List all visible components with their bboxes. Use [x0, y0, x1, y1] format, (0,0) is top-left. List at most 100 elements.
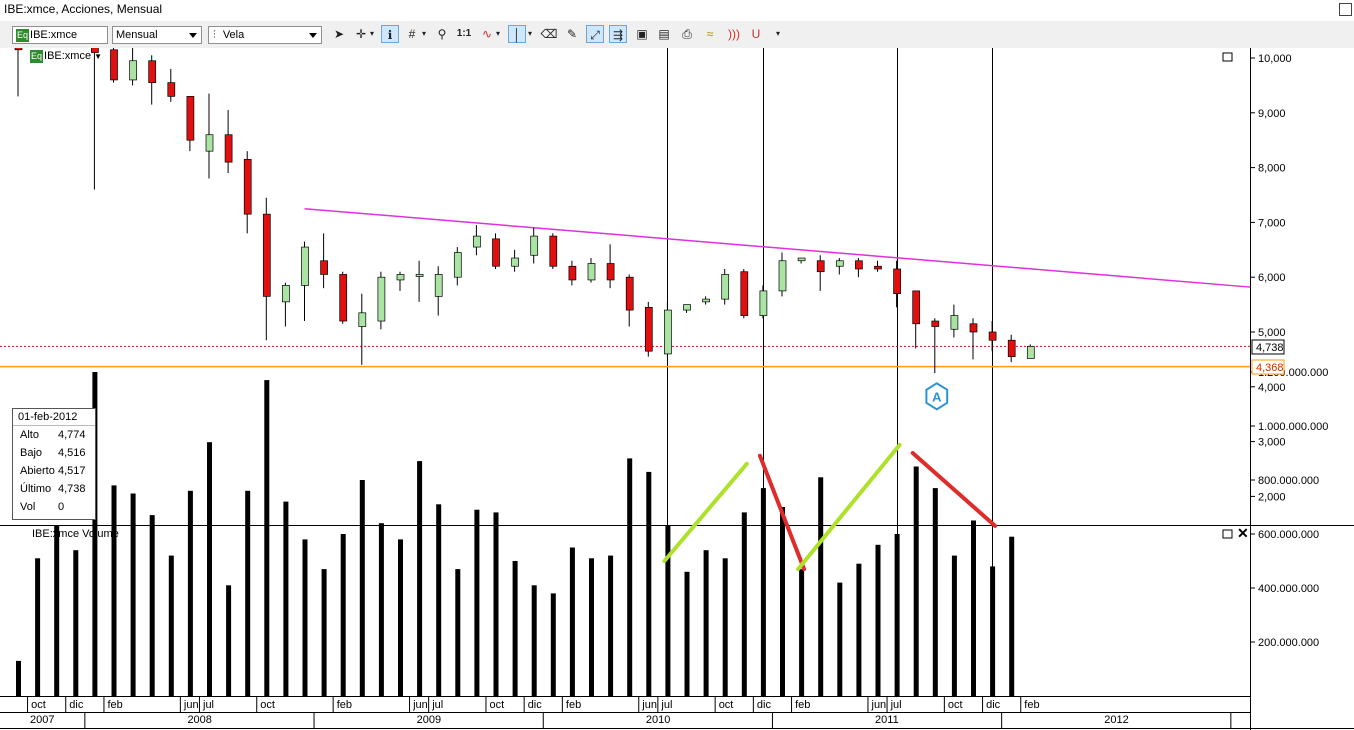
volume-bar[interactable] — [359, 480, 365, 696]
candle[interactable] — [186, 96, 195, 141]
candle[interactable] — [167, 82, 176, 97]
candle[interactable] — [549, 235, 558, 267]
candle[interactable] — [262, 213, 271, 297]
volume-bar[interactable] — [245, 490, 251, 696]
volume-bar[interactable] — [35, 558, 41, 696]
symbol-input[interactable]: Eq IBE:xmce — [12, 26, 108, 44]
candle[interactable] — [587, 263, 596, 281]
candle[interactable] — [606, 263, 615, 281]
volume-bar[interactable] — [168, 555, 174, 696]
chevron-down-icon[interactable]: ▾ — [526, 25, 534, 43]
volume-bar[interactable] — [54, 525, 60, 696]
volume-bar[interactable] — [760, 488, 766, 696]
candle[interactable] — [835, 260, 844, 267]
volume-bar[interactable] — [684, 571, 690, 696]
volume-bar[interactable] — [512, 561, 518, 696]
pointer-tool-icon[interactable]: ➤ — [330, 25, 348, 43]
marker-a[interactable]: A — [925, 382, 949, 411]
eraser-icon[interactable]: ⌫ — [540, 25, 558, 43]
volume-bar[interactable] — [321, 569, 327, 696]
chevron-down-icon[interactable]: ▾ — [368, 25, 376, 43]
volume-bar[interactable] — [73, 550, 79, 696]
volume-bar[interactable] — [569, 547, 575, 697]
volume-bar[interactable] — [932, 488, 938, 696]
volume-bar[interactable] — [455, 569, 461, 696]
expand-icon[interactable]: ⤢ — [586, 25, 604, 43]
candle[interactable] — [893, 268, 901, 294]
volume-bar[interactable] — [493, 512, 499, 696]
candle[interactable] — [205, 134, 214, 152]
price-panel-maximize-icon[interactable] — [1222, 52, 1233, 62]
more-icon[interactable]: ▾ — [772, 25, 784, 43]
volume-bar[interactable] — [149, 515, 155, 696]
chart-type-select[interactable]: ⫶ Vela — [208, 26, 322, 44]
candle[interactable] — [224, 134, 233, 163]
volume-bar[interactable] — [283, 501, 289, 696]
volume-bar[interactable] — [417, 461, 423, 696]
volume-bar[interactable] — [226, 585, 232, 696]
candle[interactable] — [282, 285, 290, 303]
candle[interactable] — [855, 260, 863, 270]
volume-bar[interactable] — [207, 442, 212, 696]
candle[interactable] — [931, 320, 940, 327]
candle[interactable] — [14, 48, 23, 51]
candle[interactable] — [148, 60, 157, 84]
volume-bar[interactable] — [111, 485, 117, 696]
volume-bar[interactable] — [264, 380, 270, 696]
candle[interactable] — [797, 257, 806, 262]
candle[interactable] — [339, 274, 348, 322]
volume-bar[interactable] — [913, 466, 919, 697]
candle[interactable] — [625, 276, 634, 311]
candle[interactable] — [320, 260, 328, 275]
volume-bar[interactable] — [16, 660, 21, 696]
volume-bar[interactable] — [531, 585, 537, 696]
chevron-down-icon[interactable]: ▾ — [494, 25, 502, 43]
candle[interactable] — [358, 312, 367, 327]
copy-window-icon[interactable]: ▤ — [655, 25, 673, 43]
volume-bar[interactable] — [550, 593, 556, 696]
candle[interactable] — [129, 60, 137, 81]
magnet-icon[interactable]: ⇶ — [609, 25, 627, 43]
volume-bar[interactable] — [780, 507, 785, 696]
window-maximize-button[interactable] — [1339, 3, 1352, 16]
candle[interactable] — [1026, 346, 1035, 359]
volume-bar[interactable] — [474, 509, 480, 696]
volume-bar[interactable] — [971, 520, 976, 697]
candle[interactable] — [664, 309, 672, 355]
volume-bar[interactable] — [875, 544, 881, 696]
zoom-reset-button[interactable]: 1:1 — [455, 25, 473, 43]
candle[interactable] — [874, 265, 882, 270]
paint-icon[interactable]: ✎ — [563, 25, 581, 43]
candle[interactable] — [492, 238, 500, 267]
volume-bar[interactable] — [990, 566, 996, 696]
volume-bar[interactable] — [665, 525, 671, 696]
info-tool-icon[interactable]: ℹ — [381, 25, 399, 43]
candle[interactable] — [644, 306, 653, 352]
candle[interactable] — [568, 265, 577, 281]
zoom-icon[interactable]: ⚲ — [433, 25, 451, 43]
volume-bar[interactable] — [799, 569, 805, 696]
volume-bar[interactable] — [703, 550, 709, 696]
candle[interactable] — [988, 331, 997, 341]
candle[interactable] — [950, 315, 959, 330]
volume-bar[interactable] — [818, 477, 824, 696]
price-panel-symbol[interactable]: Eq IBE:xmce ▼ — [30, 50, 102, 63]
print-icon[interactable]: ⎙ — [678, 25, 696, 43]
candle[interactable] — [969, 323, 978, 333]
candle[interactable] — [301, 246, 309, 286]
wave-icon[interactable]: ≈ — [701, 25, 719, 43]
volume-bar[interactable] — [1009, 536, 1015, 696]
candle[interactable] — [243, 159, 252, 215]
volume-panel-maximize-icon[interactable] — [1222, 529, 1233, 539]
magnet-u-icon[interactable]: U — [747, 25, 765, 43]
chevron-down-icon[interactable]: ▾ — [420, 25, 428, 43]
volume-bar[interactable] — [722, 558, 728, 696]
candle[interactable] — [110, 49, 118, 81]
volume-bar[interactable] — [378, 523, 384, 696]
volume-bar[interactable] — [951, 555, 957, 696]
candle[interactable] — [511, 257, 519, 267]
candle[interactable] — [434, 274, 443, 297]
volume-panel-close-icon[interactable]: ✕ — [1237, 525, 1249, 541]
volume-bar[interactable] — [398, 539, 403, 696]
vertical-line-tool-icon[interactable]: │ — [508, 25, 526, 43]
